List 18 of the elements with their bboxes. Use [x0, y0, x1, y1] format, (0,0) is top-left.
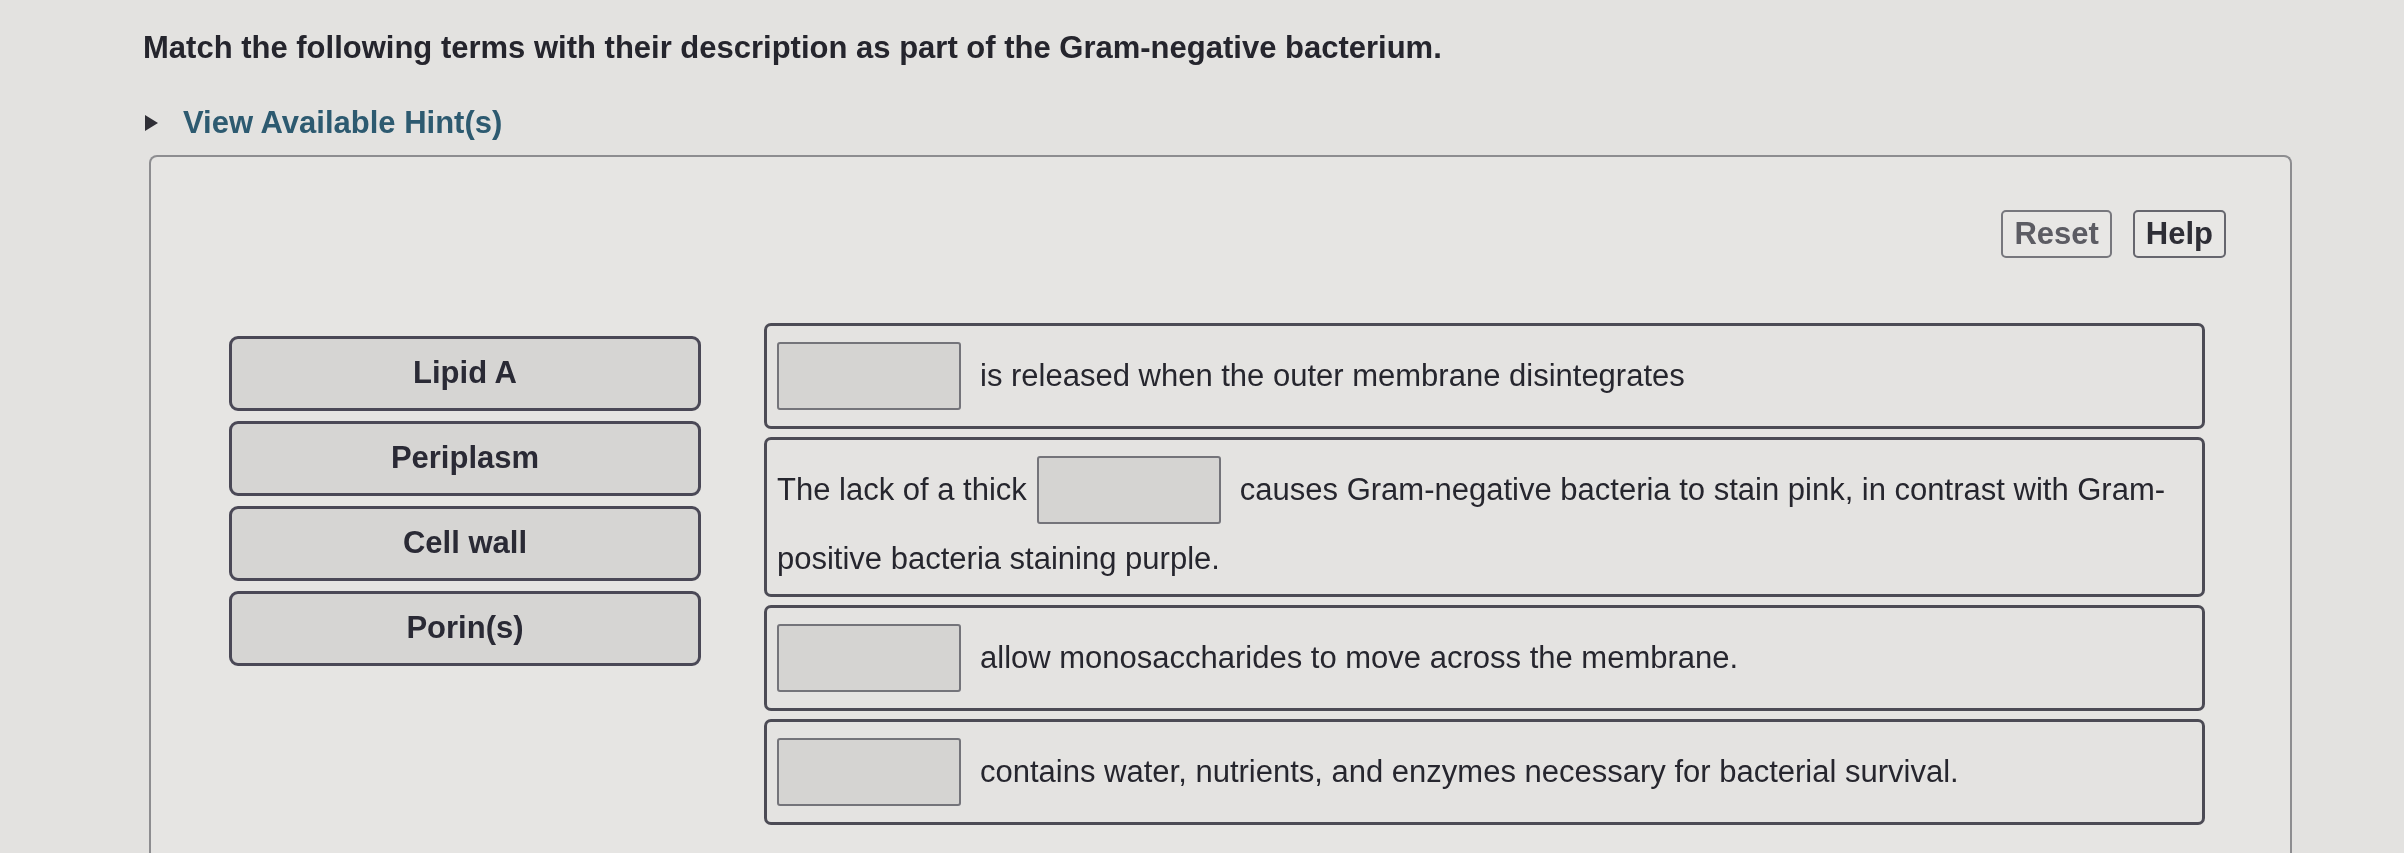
statement-text: The lack of a thick	[777, 471, 1027, 509]
answer-box[interactable]	[777, 342, 961, 410]
term-tile[interactable]: Cell wall	[229, 506, 701, 581]
answer-box[interactable]	[777, 624, 961, 692]
term-tile[interactable]: Periplasm	[229, 421, 701, 496]
statement-text: positive bacteria staining purple.	[777, 540, 1220, 578]
toolbar-button[interactable]: Help	[2132, 210, 2226, 258]
statement-text: causes Gram-negative bacteria to stain pink, in contrast with Gram-	[1239, 471, 2166, 509]
statement-text: is released when the outer membrane disintegrates	[980, 357, 1685, 395]
term-tile[interactable]: Lipid A	[229, 336, 701, 411]
term-tile[interactable]: Porin(s)	[229, 591, 701, 666]
triangle-right-icon	[143, 115, 159, 131]
answer-box[interactable]	[777, 738, 961, 806]
hint-toggle[interactable]: View Available Hint(s)	[143, 104, 503, 142]
instruction-text: Match the following terms with their description as part of the Gram-negative bacterium.	[143, 29, 1443, 67]
statement-text: contains water, nutrients, and enzymes necessary for bacterial survival.	[980, 753, 1959, 791]
statement-text: allow monosaccharides to move across the membrane.	[980, 639, 1739, 677]
answer-box[interactable]	[1036, 456, 1221, 524]
